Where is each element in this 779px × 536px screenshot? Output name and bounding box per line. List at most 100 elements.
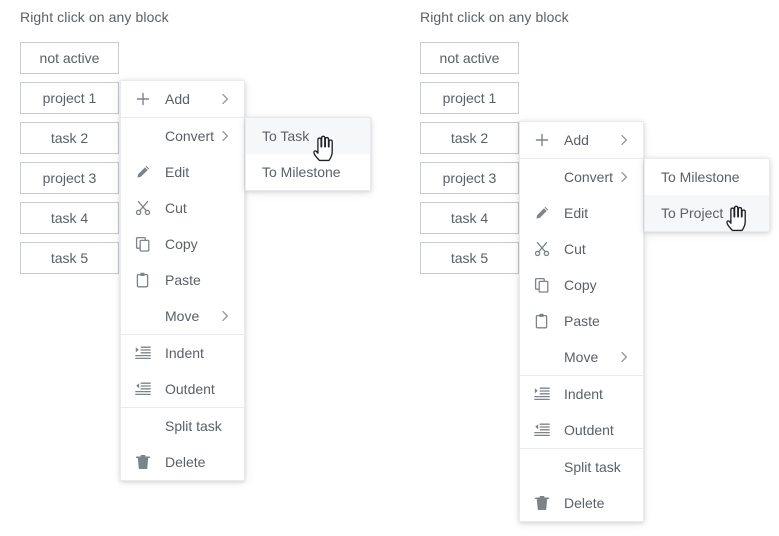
block-item[interactable]: task 5 [20,242,119,274]
chevron-right-icon [218,130,232,142]
chevron-right-icon [617,351,631,363]
menu-item-label: Outdent [564,422,614,438]
submenu-item-to-milestone[interactable]: To Milestone [246,154,370,190]
trash-icon [534,494,558,512]
menu-item-split-task[interactable]: Split task [121,408,244,444]
menu-item-move[interactable]: Move [520,339,643,375]
menu-item-outdent[interactable]: Outdent [520,412,643,448]
menu-item-copy[interactable]: Copy [121,226,244,262]
menu-item-cut[interactable]: Cut [520,231,643,267]
chevron-right-icon [617,134,631,146]
no-icon [534,168,558,186]
menu-item-label: Outdent [165,381,215,397]
menu-group: Split task Delete [520,448,643,521]
block-item[interactable]: not active [20,42,119,74]
menu-item-indent[interactable]: Indent [520,376,643,412]
menu-item-convert[interactable]: Convert [121,118,244,154]
submenu-item-to-task[interactable]: To Task [246,118,370,154]
no-icon [135,417,159,435]
menu-item-copy[interactable]: Copy [520,267,643,303]
menu-item-paste[interactable]: Paste [520,303,643,339]
outdent-icon [135,380,159,398]
menu-item-label: Cut [165,200,187,216]
menu-item-add[interactable]: Add [121,81,244,117]
context-menu: Add Convert Edit Cut Copy Paste Move Ind… [519,121,644,522]
block-item[interactable]: task 2 [20,122,119,154]
menu-item-move[interactable]: Move [121,298,244,334]
menu-group: Convert Edit Cut Copy Paste Move [121,117,244,334]
pencil-icon [534,204,558,222]
menu-item-label: Convert [564,169,614,185]
plus-icon [534,131,558,149]
menu-item-label: Indent [165,345,204,361]
convert-submenu: To Task To Milestone [245,117,371,191]
convert-submenu: To Milestone To Project [644,158,770,232]
menu-item-label: Convert [165,128,215,144]
block-item[interactable]: project 3 [420,162,519,194]
no-icon [534,348,558,366]
block-item[interactable]: project 1 [20,82,119,114]
menu-group: Add [520,122,643,158]
menu-item-label: Paste [165,272,201,288]
menu-item-label: Split task [564,459,621,475]
panel-left: Right click on any block not active proj… [0,0,389,536]
menu-item-label: Indent [564,386,603,402]
menu-item-label: Delete [564,495,605,511]
outdent-icon [534,421,558,439]
block-item[interactable]: project 3 [20,162,119,194]
menu-group: Split task Delete [121,407,244,480]
menu-item-split-task[interactable]: Split task [520,449,643,485]
scissors-icon [135,199,159,217]
block-item[interactable]: task 2 [420,122,519,154]
block-list-left: not active project 1 task 2 project 3 ta… [20,42,119,282]
block-item[interactable]: task 4 [20,202,119,234]
context-menu: Add Convert Edit Cut Copy Paste Move Ind… [120,80,245,481]
menu-item-indent[interactable]: Indent [121,335,244,371]
no-icon [135,307,159,325]
panel-right: Right click on any block not active proj… [400,0,779,536]
block-item[interactable]: task 5 [420,242,519,274]
menu-group: Indent Outdent [121,334,244,407]
no-icon [135,127,159,145]
indent-icon [135,344,159,362]
menu-item-label: Edit [165,164,190,180]
menu-item-cut[interactable]: Cut [121,190,244,226]
menu-item-label: Cut [564,241,586,257]
menu-item-label: Edit [564,205,589,221]
chevron-right-icon [617,171,631,183]
clipboard-icon [135,271,159,289]
block-item[interactable]: not active [420,42,519,74]
indent-icon [534,385,558,403]
scissors-icon [534,240,558,258]
menu-item-label: Add [165,91,190,107]
menu-item-paste[interactable]: Paste [121,262,244,298]
menu-group: Add [121,81,244,117]
menu-group: Indent Outdent [520,375,643,448]
plus-icon [135,90,159,108]
menu-item-label: Copy [564,277,597,293]
menu-item-label: Move [165,308,200,324]
menu-item-label: Move [564,349,599,365]
menu-item-add[interactable]: Add [520,122,643,158]
block-item[interactable]: project 1 [420,82,519,114]
hint-text: Right click on any block [20,9,169,25]
clipboard-icon [534,312,558,330]
copy-icon [135,235,159,253]
menu-item-edit[interactable]: Edit [520,195,643,231]
menu-item-edit[interactable]: Edit [121,154,244,190]
trash-icon [135,453,159,471]
submenu-item-to-milestone[interactable]: To Milestone [645,159,769,195]
submenu-item-to-project[interactable]: To Project [645,195,769,231]
menu-item-outdent[interactable]: Outdent [121,371,244,407]
menu-group: Convert Edit Cut Copy Paste Move [520,158,643,375]
menu-item-label: Paste [564,313,600,329]
menu-item-label: Copy [165,236,198,252]
menu-item-delete[interactable]: Delete [520,485,643,521]
menu-item-label: Delete [165,454,206,470]
block-list-right: not active project 1 task 2 project 3 ta… [420,42,519,282]
hint-text: Right click on any block [420,9,569,25]
copy-icon [534,276,558,294]
menu-item-delete[interactable]: Delete [121,444,244,480]
block-item[interactable]: task 4 [420,202,519,234]
menu-item-convert[interactable]: Convert [520,159,643,195]
